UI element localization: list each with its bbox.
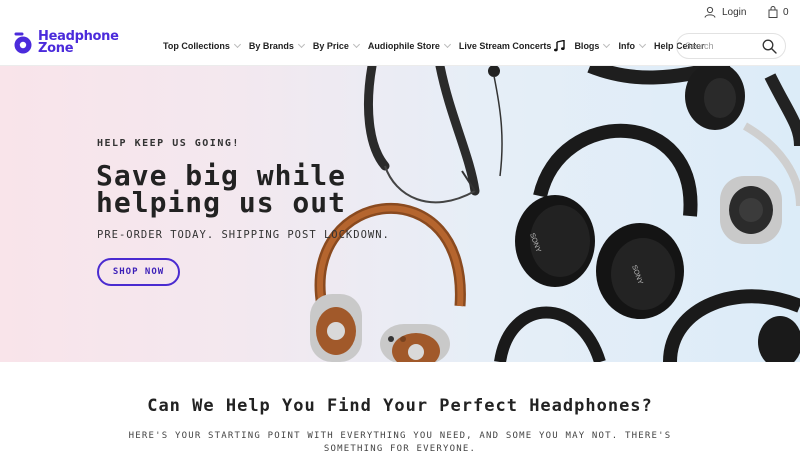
chevron-down-icon — [352, 40, 360, 49]
nav-label: Blogs — [574, 41, 600, 51]
logo-line-2: Zone — [38, 41, 74, 56]
headphone-zone-logo-icon — [14, 32, 32, 54]
nav-item-blogs[interactable]: Blogs — [574, 40, 611, 51]
nav-label: Live Stream Concerts — [458, 41, 552, 51]
search-input[interactable] — [685, 41, 757, 51]
chevron-down-icon — [297, 40, 305, 49]
nav-label: Audiophile Store — [367, 41, 440, 51]
shop-now-button[interactable]: SHOP NOW — [97, 258, 180, 286]
login-link[interactable]: Login — [704, 6, 746, 18]
nav-item-info[interactable]: Info — [618, 40, 646, 51]
search-box[interactable] — [676, 33, 786, 59]
carousel-dot-1[interactable] — [388, 336, 394, 342]
nav-label: By Brands — [248, 41, 294, 51]
nav-item-audiophile-store[interactable]: Audiophile Store — [367, 40, 451, 51]
nav-item-live-stream-concerts[interactable]: Live Stream Concerts — [459, 40, 566, 52]
hero-subline: PRE-ORDER TODAY. SHIPPING POST LOCKDOWN. — [97, 229, 390, 241]
top-utility-bar: Login 0 — [0, 0, 800, 26]
search-icon[interactable] — [762, 39, 777, 54]
user-icon — [704, 6, 716, 18]
site-logo[interactable]: Headphone Zone — [12, 30, 119, 56]
nav-item-by-brands[interactable]: By Brands — [248, 40, 305, 51]
carousel-dots — [388, 336, 406, 342]
nav-label: Info — [618, 41, 635, 51]
hero-headline-line-2: helping us out — [96, 186, 347, 219]
nav-label: By Price — [312, 41, 349, 51]
hero-headline: Save big while helping us out — [96, 159, 347, 219]
login-label: Login — [722, 6, 747, 18]
carousel-dot-2[interactable] — [400, 336, 406, 342]
chevron-down-icon — [443, 40, 451, 49]
finder-title: Can We Help You Find Your Perfect Headph… — [147, 396, 653, 416]
nav-item-by-price[interactable]: By Price — [312, 40, 360, 51]
cart-count: 0 — [783, 6, 789, 18]
music-note-icon — [554, 40, 566, 52]
hero-banner[interactable]: SONY SONY HELP KEEP US GOING! Save big w… — [0, 66, 800, 362]
main-navbar: Headphone Zone Top Collections By Brands… — [0, 26, 800, 66]
finder-subtitle: HERE'S YOUR STARTING POINT WITH EVERYTHI… — [128, 431, 672, 454]
cart-link[interactable]: 0 — [768, 6, 789, 18]
logo-wordmark: Headphone Zone — [38, 30, 119, 56]
chevron-down-icon — [638, 40, 646, 49]
nav-item-top-collections[interactable]: Top Collections — [163, 40, 241, 51]
primary-nav: Top Collections By Brands By Price Audio… — [163, 40, 713, 52]
hero-headline-line-1: Save big while — [96, 159, 347, 192]
hero-kicker: HELP KEEP US GOING! — [97, 138, 240, 149]
chevron-down-icon — [233, 40, 241, 49]
shopping-bag-icon — [768, 6, 778, 18]
nav-label: Top Collections — [163, 41, 230, 51]
chevron-down-icon — [603, 40, 611, 49]
